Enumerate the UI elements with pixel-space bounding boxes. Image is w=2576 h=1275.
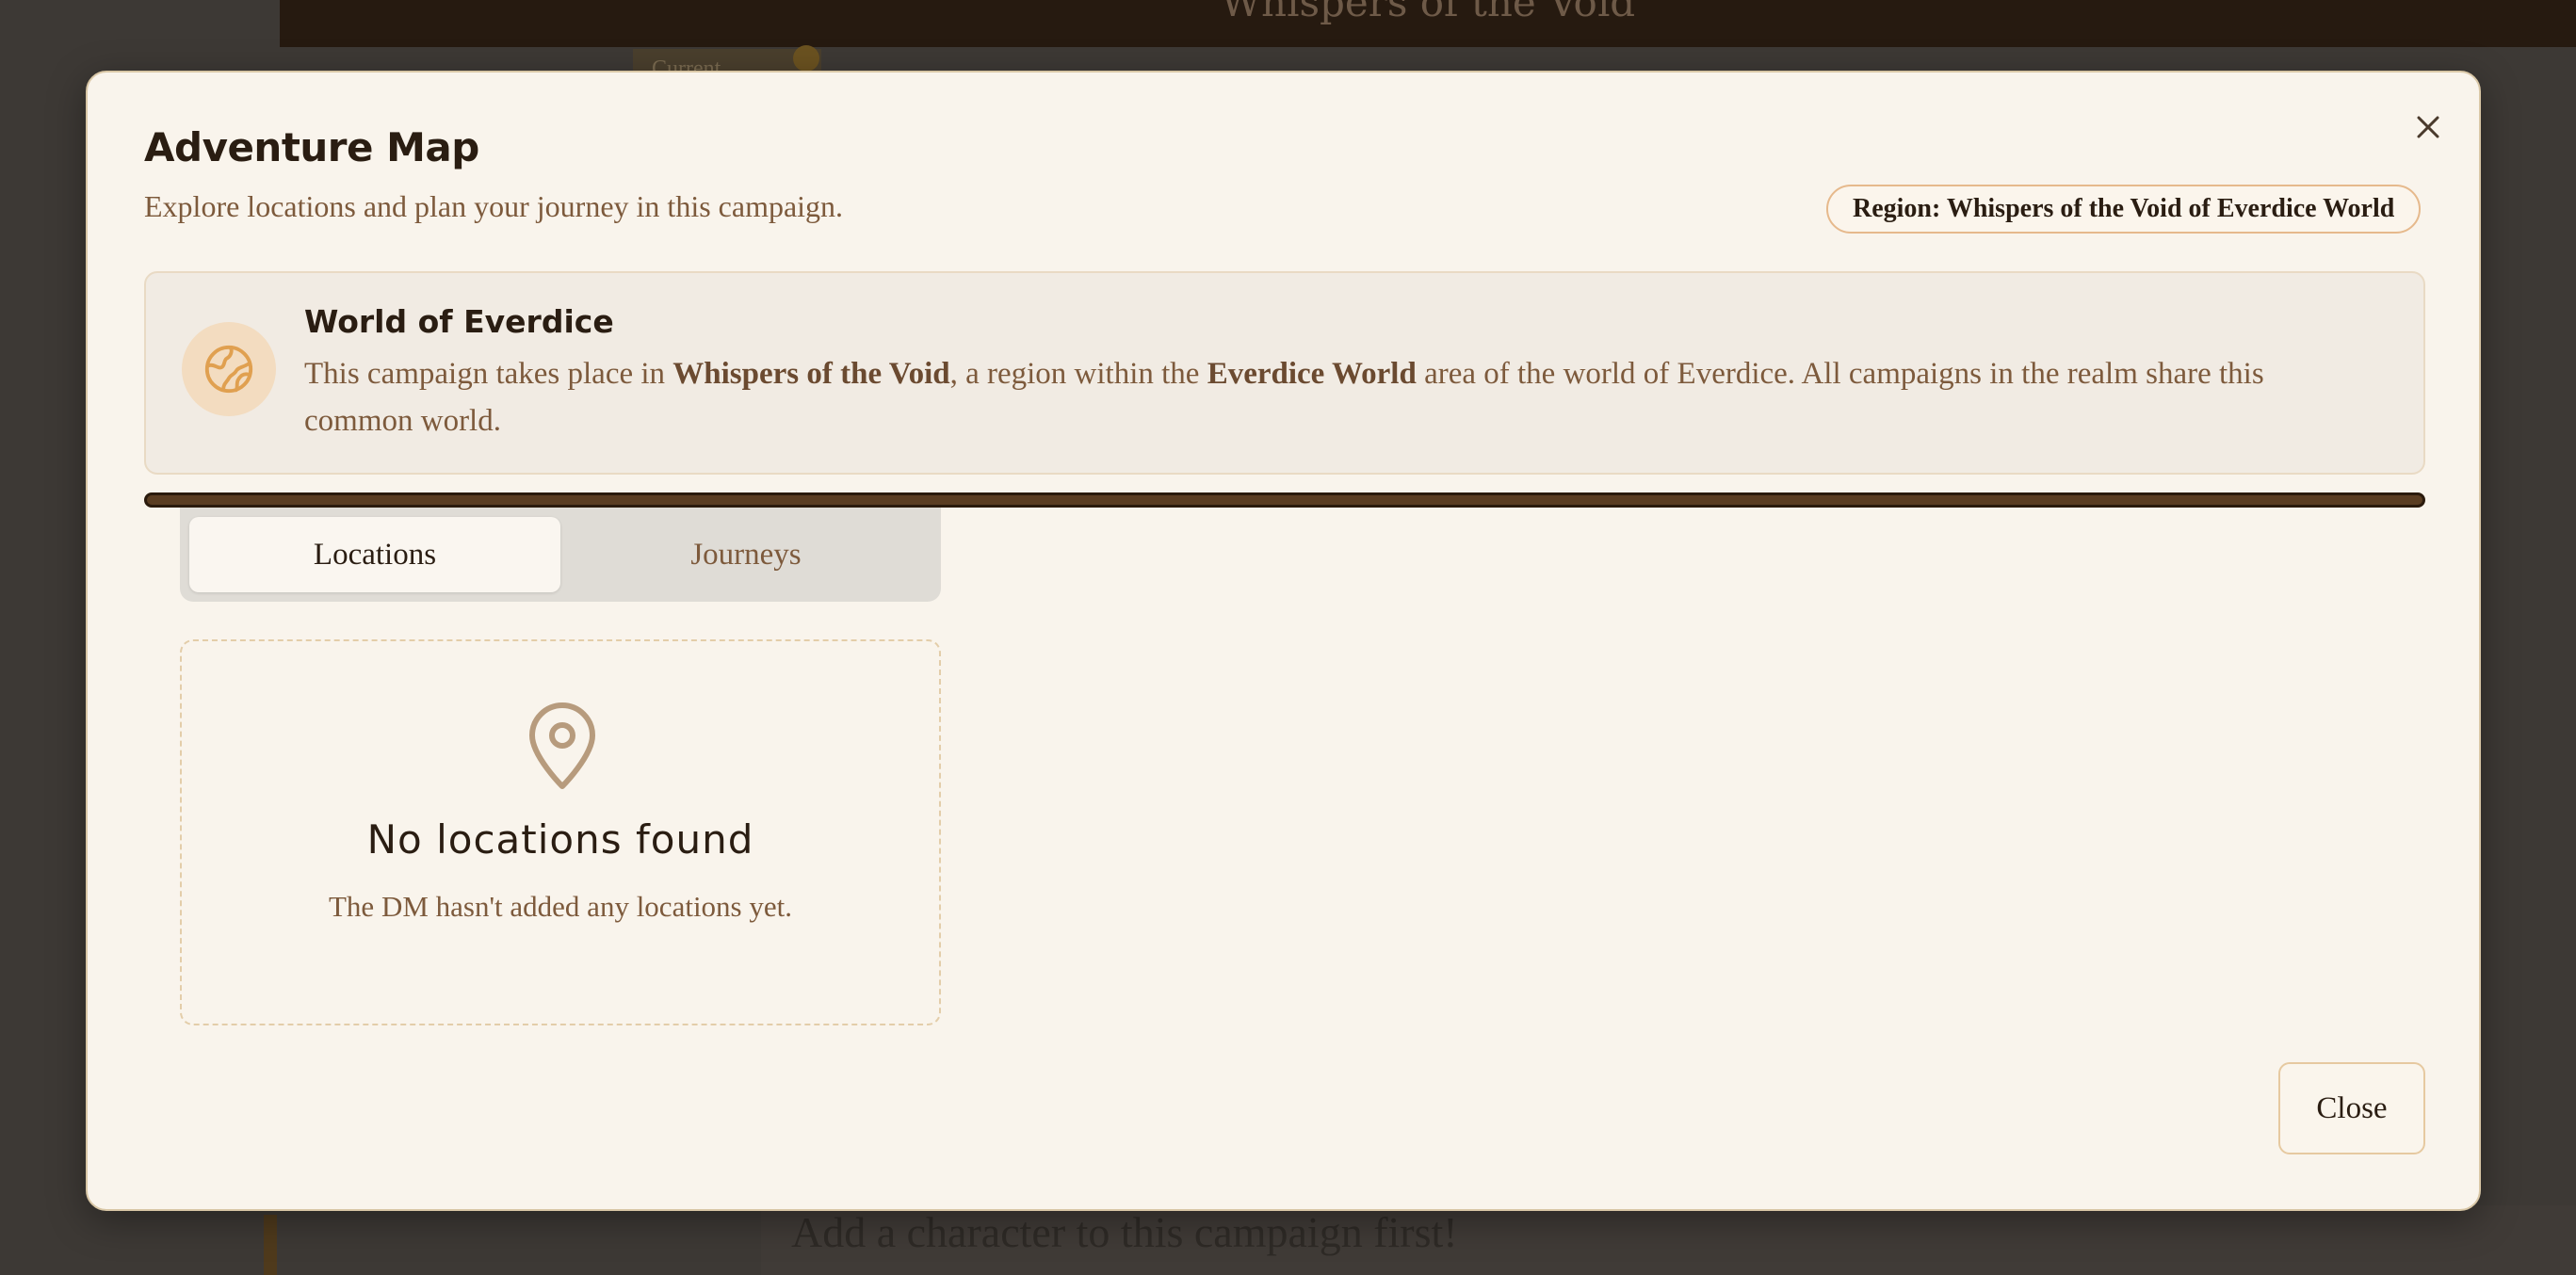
globe-icon	[182, 322, 276, 416]
map-tabs: Locations Journeys	[180, 508, 941, 602]
world-description: This campaign takes place in Whispers of…	[304, 350, 2376, 444]
locations-empty-state: No locations found The DM hasn't added a…	[180, 639, 941, 1025]
empty-state-title: No locations found	[366, 816, 754, 863]
empty-state-description: The DM hasn't added any locations yet.	[329, 890, 792, 923]
map-divider-bar	[144, 492, 2425, 508]
background-card-text: Add a character to this campaign first!	[791, 1208, 1458, 1256]
tab-journeys[interactable]: Journeys	[560, 517, 932, 592]
adventure-map-dialog: Adventure Map Explore locations and plan…	[86, 71, 2481, 1211]
tab-locations[interactable]: Locations	[189, 517, 560, 592]
background-sidebar-accent	[264, 1215, 277, 1275]
background-header-title: Whispers of the Void	[1220, 0, 1636, 25]
world-title: World of Everdice	[304, 303, 614, 340]
region-badge: Region: Whispers of the Void of Everdice…	[1826, 185, 2422, 234]
world-desc-middle: , a region within the	[949, 357, 1207, 391]
dialog-subtitle: Explore locations and plan your journey …	[144, 189, 844, 223]
region-name: Whispers of the Void	[672, 357, 950, 391]
background-header: Whispers of the Void	[280, 0, 2576, 47]
close-icon[interactable]	[2409, 108, 2447, 146]
map-pin-icon	[525, 702, 600, 792]
background-badge-dot	[793, 45, 819, 72]
world-info-panel: World of Everdice This campaign takes pl…	[144, 271, 2425, 475]
close-button[interactable]: Close	[2278, 1062, 2425, 1154]
dialog-title: Adventure Map	[144, 124, 479, 170]
world-desc-prefix: This campaign takes place in	[304, 357, 673, 391]
area-name: Everdice World	[1207, 357, 1417, 391]
